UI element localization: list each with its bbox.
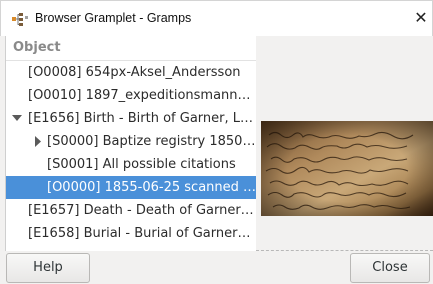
media-preview-pane <box>256 36 433 251</box>
tree-row-label: [O0008] 654px-Aksel_Andersson <box>28 65 241 80</box>
column-header-object[interactable]: Object <box>6 36 256 61</box>
tree-row-label: [S0001] All possible citations <box>47 157 236 172</box>
tree-row-label: [E1656] Birth - Birth of Garner, L… <box>28 111 253 126</box>
tree-row-label: [O0010] 1897_expeditionsmann… <box>28 88 251 103</box>
tree-row[interactable]: [E1658] Burial - Burial of Garner… <box>6 222 256 245</box>
tree-row[interactable]: [S0001] All possible citations <box>6 153 256 176</box>
close-button[interactable]: Close <box>350 253 430 283</box>
help-button[interactable]: Help <box>6 253 90 283</box>
tree-row-label: [S0000] Baptize registry 1850… <box>47 134 256 149</box>
tree-row-label: [E1658] Burial - Burial of Garner… <box>28 226 251 241</box>
collapsed-arrow-icon[interactable] <box>32 130 44 153</box>
dialog-button-bar: Help Close <box>0 251 433 284</box>
dialog-content: Object [O0008] 654px-Aksel_Andersson [O0… <box>0 36 433 251</box>
tree-row-label: [O0000] 1855-06-25 scanned … <box>47 180 256 195</box>
object-tree[interactable]: Object [O0008] 654px-Aksel_Andersson [O0… <box>5 36 256 251</box>
scanned-document-thumbnail <box>261 121 433 216</box>
tree-row[interactable]: [E1656] Birth - Birth of Garner, L… <box>6 107 256 130</box>
window-titlebar: Browser Gramplet - Gramps ✕ <box>0 0 433 36</box>
tree-row[interactable]: [O0008] 654px-Aksel_Andersson <box>6 61 256 84</box>
window-title: Browser Gramplet - Gramps <box>35 11 192 25</box>
expanded-arrow-icon[interactable] <box>11 107 23 130</box>
tree-row[interactable]: [S0000] Baptize registry 1850… <box>6 130 256 153</box>
tree-row-label: [E1657] Death - Death of Garner… <box>28 203 254 218</box>
close-icon[interactable]: ✕ <box>413 9 429 27</box>
tree-row-selected[interactable]: [O0000] 1855-06-25 scanned … <box>6 176 256 199</box>
tree-row[interactable]: [O0010] 1897_expeditionsmann… <box>6 84 256 107</box>
gramps-tree-icon <box>12 13 28 26</box>
tree-row[interactable]: [E1657] Death - Death of Garner… <box>6 199 256 222</box>
